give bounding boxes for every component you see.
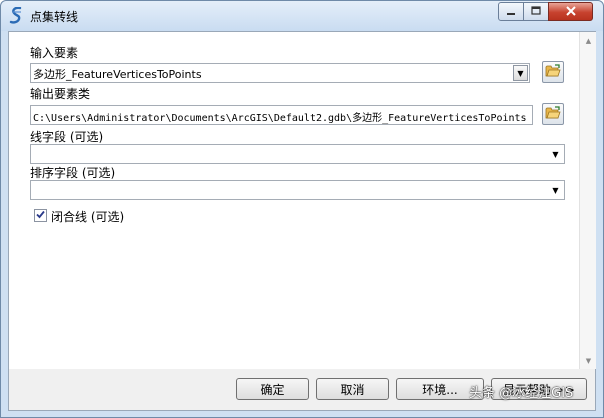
- minimize-icon: [506, 5, 516, 19]
- browse-output-button[interactable]: [542, 103, 564, 125]
- ok-button[interactable]: 确定: [236, 378, 309, 400]
- maximize-button[interactable]: [523, 2, 549, 21]
- folder-open-icon: [545, 105, 561, 123]
- chevron-down-icon[interactable]: ▼: [548, 146, 563, 162]
- line-field-label: 线字段 (可选): [30, 130, 104, 144]
- chevron-down-icon[interactable]: ▼: [548, 182, 563, 198]
- output-feature-class-label: 输出要素类: [30, 87, 91, 101]
- tool-icon: [9, 6, 25, 25]
- input-features-combo[interactable]: 多边形_FeatureVerticesToPoints ▼: [30, 63, 530, 83]
- tool-dialog-window: 点集转线 输入要素 多边形_FeatureVerticesToPoints ▼: [0, 0, 604, 418]
- sort-field-combo[interactable]: ▼: [30, 180, 565, 200]
- output-feature-class-field[interactable]: C:\Users\Administrator\Documents\ArcGIS\…: [30, 105, 533, 125]
- close-icon: [565, 5, 577, 19]
- scroll-down-icon[interactable]: ▼: [580, 352, 597, 369]
- minimize-button[interactable]: [498, 2, 524, 21]
- scroll-up-icon[interactable]: ▲: [580, 32, 597, 49]
- chevron-down-icon[interactable]: ▼: [513, 65, 528, 81]
- cancel-button[interactable]: 取消: [316, 378, 389, 400]
- close-line-checkbox[interactable]: [34, 209, 47, 222]
- vertical-scrollbar[interactable]: ▲ ▼: [579, 32, 596, 369]
- window-title: 点集转线: [30, 10, 79, 24]
- sort-field-label: 排序字段 (可选): [30, 166, 116, 180]
- close-line-label: 闭合线 (可选): [51, 210, 125, 224]
- maximize-icon: [531, 5, 541, 19]
- title-bar[interactable]: 点集转线: [1, 1, 603, 31]
- parameter-form: 输入要素 多边形_FeatureVerticesToPoints ▼ 输出要素类…: [9, 32, 579, 369]
- folder-open-icon: [545, 63, 561, 81]
- close-button[interactable]: [548, 2, 593, 21]
- line-field-combo[interactable]: ▼: [30, 144, 565, 164]
- input-features-value: 多边形_FeatureVerticesToPoints: [33, 68, 202, 81]
- dialog-body: 输入要素 多边形_FeatureVerticesToPoints ▼ 输出要素类…: [8, 31, 596, 411]
- watermark: 头条 @冰经注GIS: [469, 386, 574, 401]
- browse-input-button[interactable]: [542, 61, 564, 83]
- output-feature-class-value: C:\Users\Administrator\Documents\ArcGIS\…: [33, 113, 527, 124]
- input-features-label: 输入要素: [30, 46, 79, 60]
- checkmark-icon: [35, 209, 46, 223]
